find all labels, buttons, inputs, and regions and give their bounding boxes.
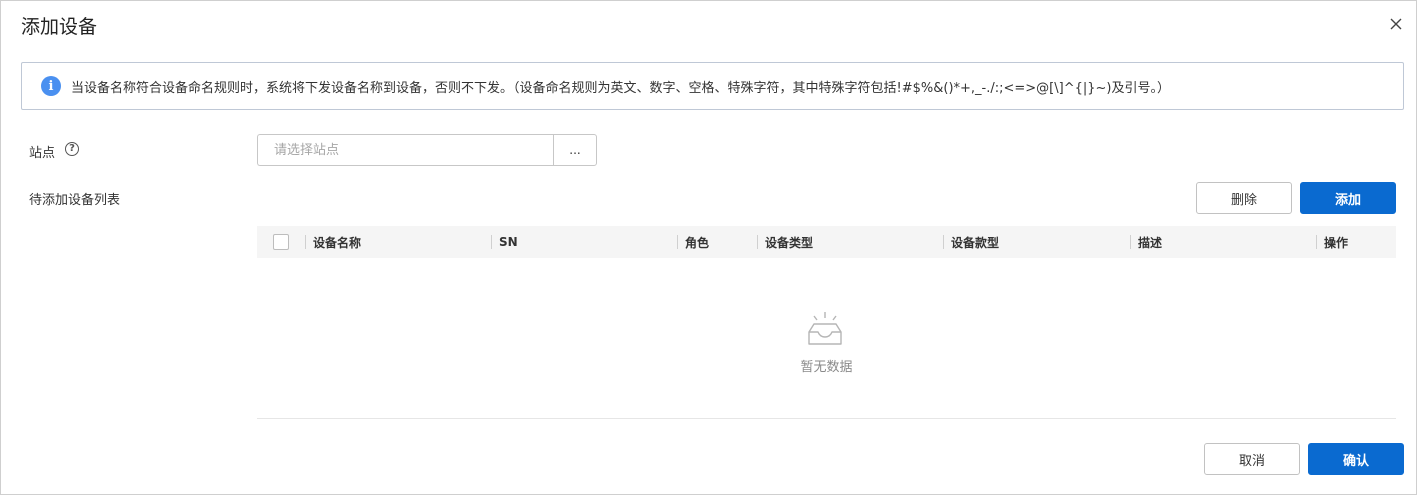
- add-device-dialog: 添加设备 i 当设备名称符合设备命名规则时，系统将下发设备名称到设备，否则不下发…: [0, 0, 1417, 495]
- column-divider: [677, 235, 678, 249]
- column-header-device-name[interactable]: 设备名称: [313, 226, 361, 258]
- column-header-device-type[interactable]: 设备类型: [765, 226, 813, 258]
- device-table: 设备名称 SN 角色 设备类型 设备款型 描述 操作 暂无数据: [257, 226, 1396, 419]
- close-icon[interactable]: [1387, 15, 1405, 33]
- column-header-role[interactable]: 角色: [685, 226, 709, 258]
- cancel-button[interactable]: 取消: [1204, 443, 1300, 475]
- column-divider: [1130, 235, 1131, 249]
- site-label: 站点: [29, 146, 56, 161]
- help-icon[interactable]: ?: [65, 142, 79, 156]
- column-divider: [491, 235, 492, 249]
- column-header-description[interactable]: 描述: [1138, 226, 1162, 258]
- site-browse-button[interactable]: ...: [553, 134, 597, 166]
- dialog-title: 添加设备: [21, 16, 98, 38]
- column-divider: [1316, 235, 1317, 249]
- select-all-checkbox[interactable]: [273, 234, 289, 250]
- column-divider: [757, 235, 758, 249]
- empty-state-text: 暂无数据: [800, 360, 853, 375]
- add-button[interactable]: 添加: [1300, 182, 1396, 214]
- notice-text: 当设备名称符合设备命名规则时，系统将下发设备名称到设备，否则不下发。（设备命名规…: [71, 80, 1170, 96]
- naming-rule-notice: i 当设备名称符合设备命名规则时，系统将下发设备名称到设备，否则不下发。（设备命…: [21, 62, 1404, 110]
- column-divider: [943, 235, 944, 249]
- device-list-label: 待添加设备列表: [29, 193, 121, 208]
- table-header: 设备名称 SN 角色 设备类型 设备款型 描述 操作: [257, 226, 1396, 258]
- delete-button[interactable]: 删除: [1196, 182, 1292, 214]
- column-divider: [305, 235, 306, 249]
- site-input[interactable]: [257, 134, 554, 166]
- column-header-sn[interactable]: SN: [499, 226, 518, 258]
- empty-inbox-icon: [803, 310, 847, 354]
- column-header-actions: 操作: [1324, 235, 1349, 250]
- column-header-device-model[interactable]: 设备款型: [951, 226, 999, 258]
- info-icon: i: [41, 76, 61, 96]
- confirm-button[interactable]: 确认: [1308, 443, 1404, 475]
